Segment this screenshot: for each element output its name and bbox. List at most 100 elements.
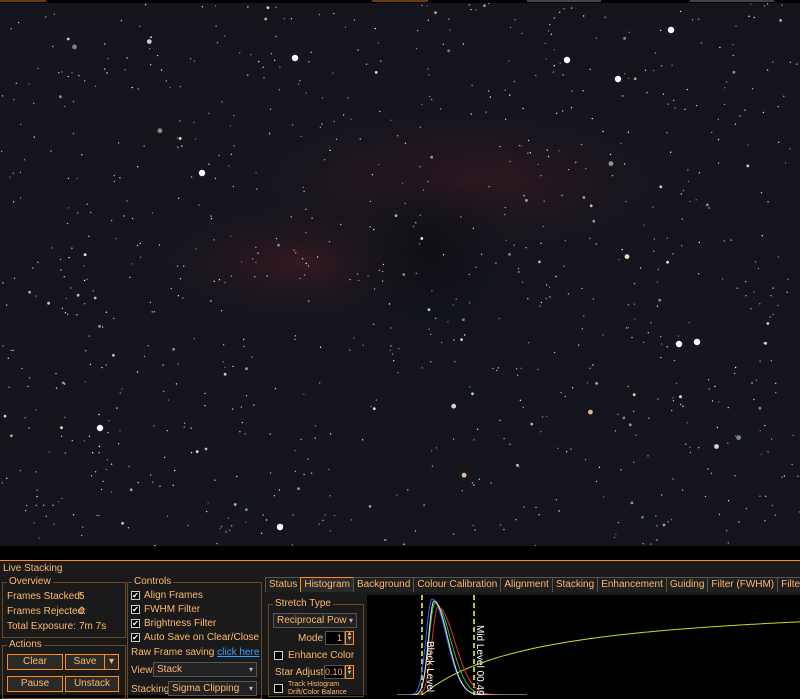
star (210, 218, 213, 220)
star (303, 473, 305, 476)
star (449, 29, 451, 31)
star (149, 36, 152, 39)
fwhm-filter-checkbox[interactable]: ✔ FWHM Filter (128, 604, 258, 618)
stacked-image-view[interactable] (0, 3, 800, 546)
star (745, 280, 747, 283)
star (43, 504, 45, 506)
star (708, 388, 710, 390)
tab-alignment[interactable]: Alignment (500, 577, 553, 592)
dark-nebula (320, 133, 540, 373)
star (112, 353, 115, 357)
star (656, 525, 658, 527)
clear-button[interactable]: Clear (7, 654, 63, 670)
star (595, 480, 598, 483)
star (381, 270, 384, 273)
star (390, 327, 392, 329)
tab-colour-calibration[interactable]: Colour Calibration (413, 577, 502, 592)
star (19, 197, 22, 199)
star (402, 273, 406, 276)
star (672, 400, 675, 402)
star (396, 494, 398, 496)
star (274, 59, 276, 61)
histogram-view[interactable]: Black Level 0 Mid Level 00.4933 (367, 595, 800, 695)
tab-background[interactable]: Background (352, 577, 415, 592)
enhance-color-checkbox[interactable]: Enhance Color (269, 650, 359, 663)
pause-button[interactable]: Pause (7, 676, 63, 692)
star (513, 80, 516, 83)
star (220, 310, 223, 312)
star (174, 469, 176, 472)
star (218, 279, 221, 281)
star (104, 68, 106, 70)
star (179, 86, 182, 88)
star (570, 107, 573, 109)
mode-stepper[interactable]: ▲ ▼ (345, 631, 354, 645)
star (353, 337, 355, 339)
star (680, 403, 682, 406)
raw-frame-saving-link[interactable]: click here (217, 647, 259, 658)
star (509, 26, 512, 29)
star (220, 525, 223, 528)
star (427, 308, 431, 312)
star (504, 89, 506, 91)
save-button[interactable]: Save (65, 654, 105, 670)
star (333, 514, 336, 517)
star (35, 295, 37, 297)
total-exposure-value: 7m 7s (79, 621, 107, 632)
star (761, 235, 763, 237)
star (647, 455, 649, 457)
star (335, 138, 338, 140)
star (553, 17, 555, 19)
star (447, 49, 450, 53)
star (695, 199, 697, 201)
star-adjust-stepper[interactable]: ▲ ▼ (345, 665, 354, 679)
star (687, 180, 690, 183)
align-frames-checkbox[interactable]: ✔ Align Frames (128, 590, 258, 604)
star (475, 9, 477, 11)
star (775, 382, 777, 385)
save-dropdown-button[interactable]: ▾ (104, 654, 119, 670)
star (307, 458, 309, 460)
frames-rejected-value: 0 (79, 606, 85, 617)
tab-filter-brigh[interactable]: Filter (Brigh (777, 577, 800, 592)
star (622, 416, 626, 420)
star (639, 267, 642, 269)
tab-filter-fwhm[interactable]: Filter (FWHM) (707, 577, 779, 592)
star (521, 281, 524, 283)
star (480, 253, 483, 255)
star (624, 73, 626, 75)
stretch-type-select[interactable]: Reciprocal Pow ▾ (273, 613, 357, 628)
auto-save-checkbox[interactable]: ✔ Auto Save on Clear/Close (128, 632, 259, 646)
star (100, 488, 103, 491)
star (377, 42, 379, 44)
star (13, 277, 16, 279)
star (36, 495, 38, 498)
star (508, 60, 510, 62)
view-select[interactable]: Stack ▾ (153, 662, 257, 677)
star (333, 12, 335, 15)
brightness-filter-checkbox[interactable]: ✔ Brightness Filter (128, 618, 258, 632)
star (503, 437, 505, 440)
star (589, 237, 591, 240)
star (66, 222, 69, 225)
star (98, 445, 101, 448)
tab-histogram[interactable]: Histogram (300, 577, 354, 592)
star (575, 161, 577, 164)
star (2, 282, 4, 284)
star (545, 415, 548, 418)
tab-status[interactable]: Status (265, 577, 302, 592)
tab-guiding[interactable]: Guiding (665, 577, 709, 592)
controls-group: Controls ✔ Align Frames ✔ FWHM Filter ✔ … (127, 576, 262, 699)
star (21, 367, 23, 370)
star-adjust-input[interactable]: 0.10 (324, 665, 345, 679)
mode-input[interactable]: 1 (325, 631, 345, 645)
unstack-button[interactable]: Unstack (65, 676, 119, 692)
tab-stacking[interactable]: Stacking (551, 577, 599, 592)
star (727, 542, 729, 544)
star (216, 42, 219, 44)
star (595, 382, 598, 385)
tab-enhancement[interactable]: Enhancement (597, 577, 667, 592)
image-status-strip (0, 546, 800, 560)
star (319, 126, 322, 128)
star (708, 207, 710, 209)
